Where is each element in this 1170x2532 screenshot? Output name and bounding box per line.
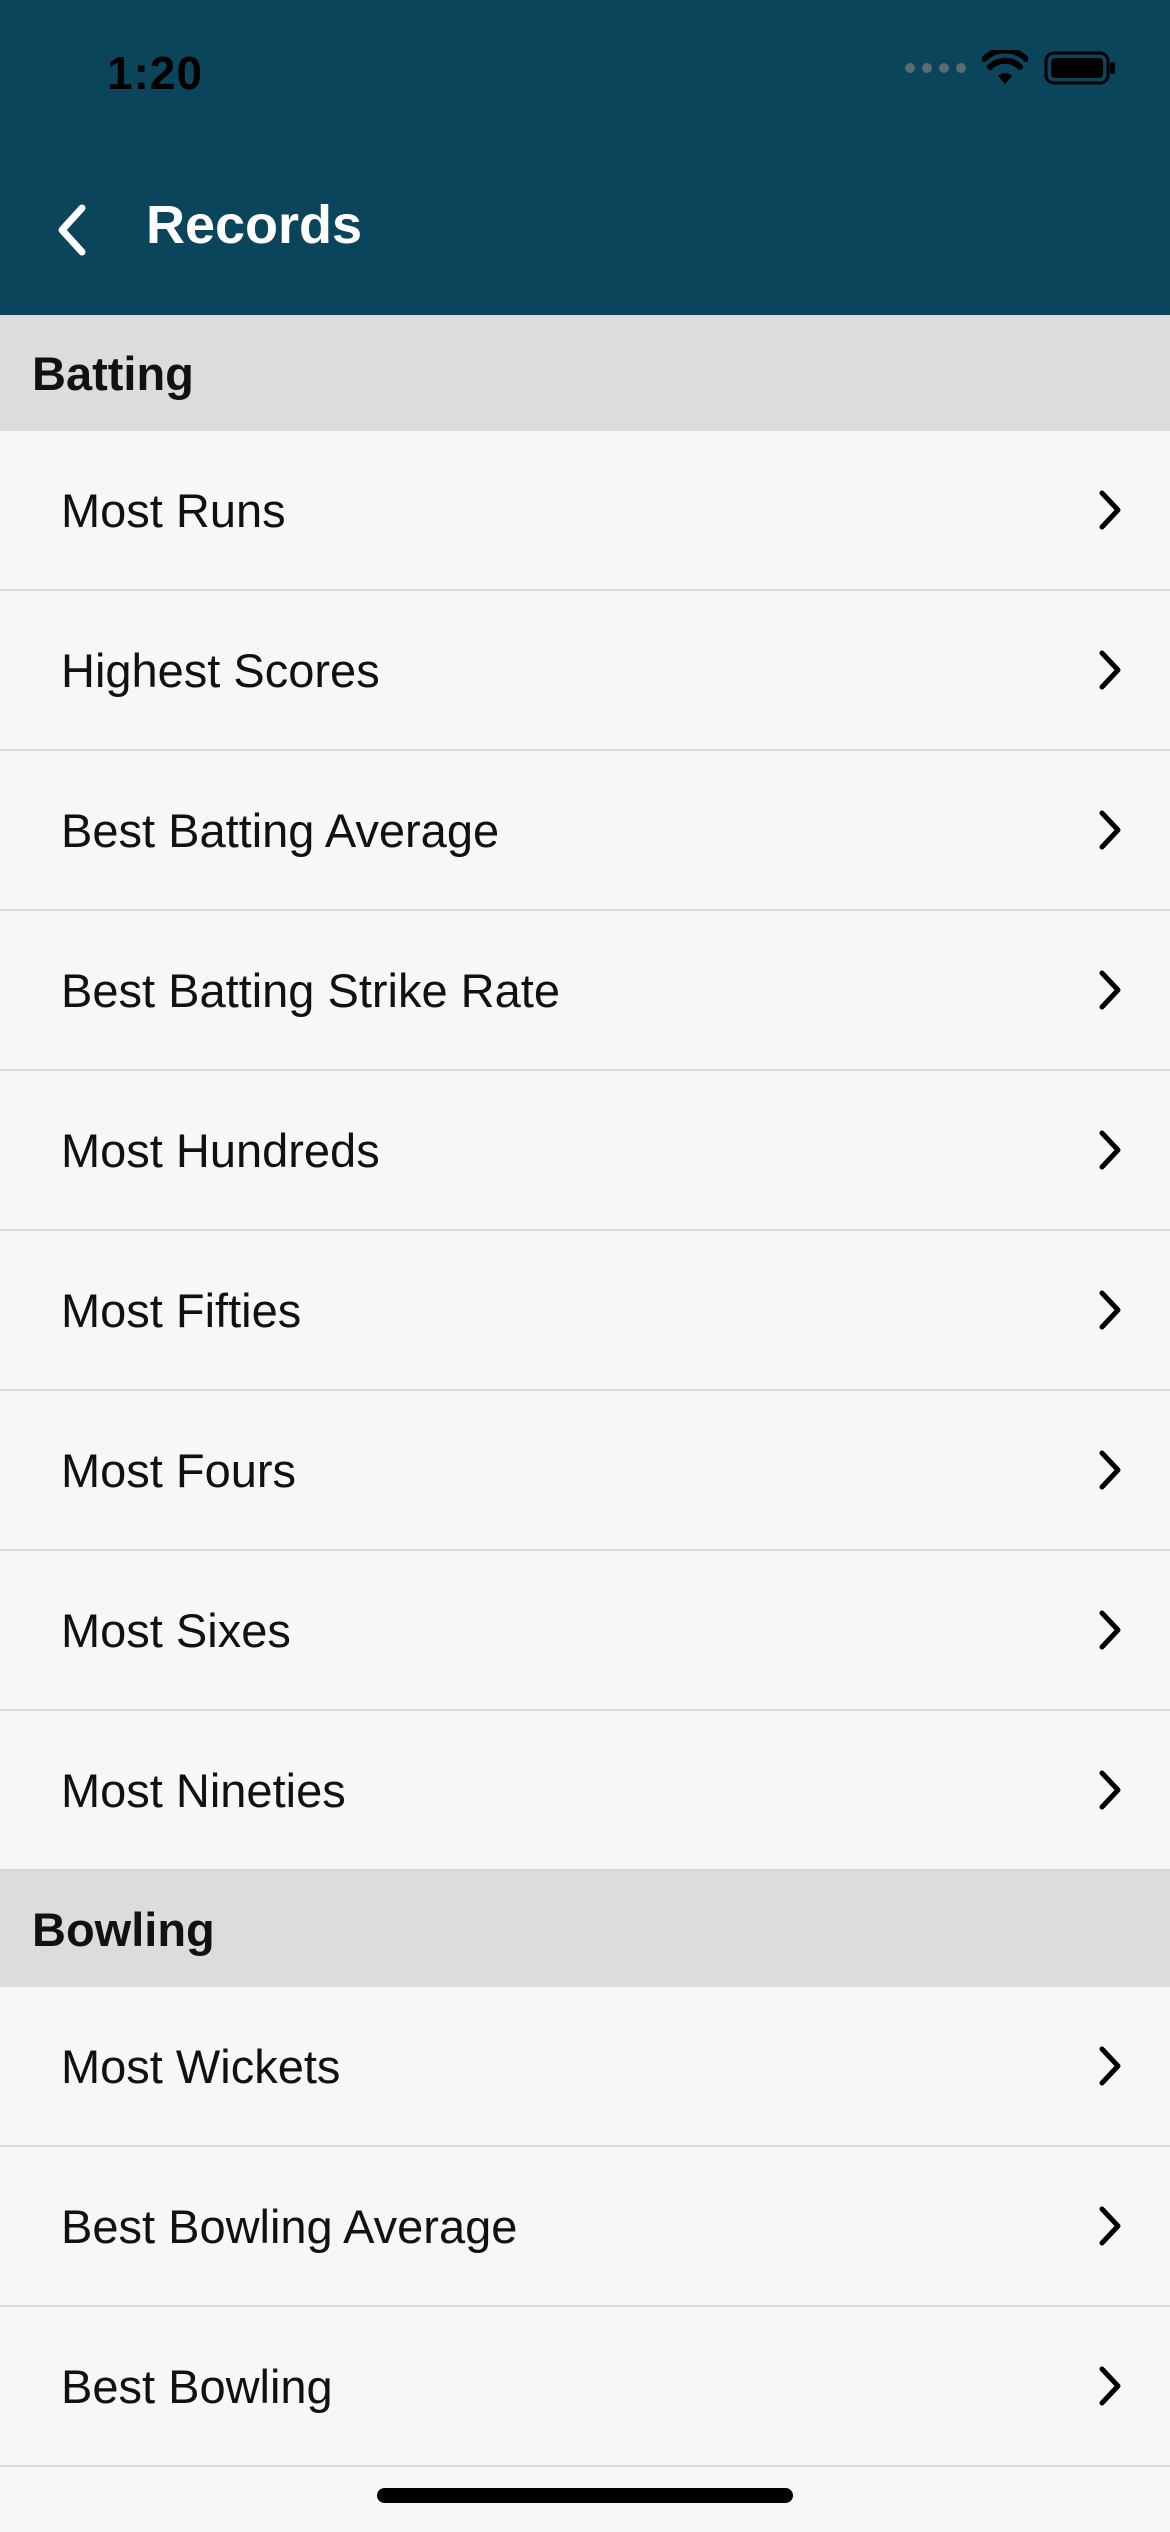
battery-icon [1044,51,1115,85]
records-list: Batting Most Runs Highest Scores Best Ba… [0,315,1170,2467]
chevron-right-icon [1099,1770,1121,1810]
list-item-label: Best Bowling Average [61,2199,518,2253]
list-item-most-sixes[interactable]: Most Sixes [0,1551,1170,1711]
list-item-label: Most Fours [61,1443,297,1497]
list-item-most-nineties[interactable]: Most Nineties [0,1711,1170,1871]
navigation-bar: Records [0,180,1170,280]
list-item-label: Most Runs [61,483,286,537]
list-item-most-hundreds[interactable]: Most Hundreds [0,1071,1170,1231]
list-item-best-batting-average[interactable]: Best Batting Average [0,751,1170,911]
section-header-batting: Batting [0,315,1170,431]
chevron-right-icon [1099,1290,1121,1330]
list-item-label: Most Nineties [61,1763,346,1817]
chevron-right-icon [1099,2206,1121,2246]
list-item-highest-scores[interactable]: Highest Scores [0,591,1170,751]
chevron-right-icon [1099,1610,1121,1650]
list-item-most-runs[interactable]: Most Runs [0,431,1170,591]
chevron-right-icon [1099,1450,1121,1490]
list-item-label: Most Hundreds [61,1123,380,1177]
home-indicator[interactable] [377,2488,793,2503]
cellular-signal-icon [905,63,966,73]
status-time: 1:20 [107,47,204,99]
list-item-best-bowling-average[interactable]: Best Bowling Average [0,2147,1170,2307]
list-item-best-bowling[interactable]: Best Bowling [0,2307,1170,2467]
list-item-label: Most Fifties [61,1283,302,1337]
list-item-most-fours[interactable]: Most Fours [0,1391,1170,1551]
status-icons [905,50,1116,86]
page-title: Records [146,195,363,255]
list-item-label: Most Wickets [61,2039,341,2093]
chevron-right-icon [1099,490,1121,530]
list-item-label: Highest Scores [61,643,380,697]
header-bar: 1:20 Records [0,0,1170,315]
list-item-label: Best Bowling [61,2359,333,2413]
chevron-left-icon[interactable] [52,202,92,258]
chevron-right-icon [1099,970,1121,1010]
chevron-right-icon [1099,810,1121,850]
list-item-most-wickets[interactable]: Most Wickets [0,1987,1170,2147]
section-header-bowling: Bowling [0,1871,1170,1987]
chevron-right-icon [1099,1130,1121,1170]
chevron-right-icon [1099,2366,1121,2406]
list-item-label: Most Sixes [61,1603,291,1657]
wifi-icon [982,50,1028,84]
list-item-label: Best Batting Average [61,803,500,857]
chevron-right-icon [1099,650,1121,690]
list-item-best-batting-strike-rate[interactable]: Best Batting Strike Rate [0,911,1170,1071]
list-item-label: Best Batting Strike Rate [61,963,560,1017]
chevron-right-icon [1099,2046,1121,2086]
list-item-most-fifties[interactable]: Most Fifties [0,1231,1170,1391]
